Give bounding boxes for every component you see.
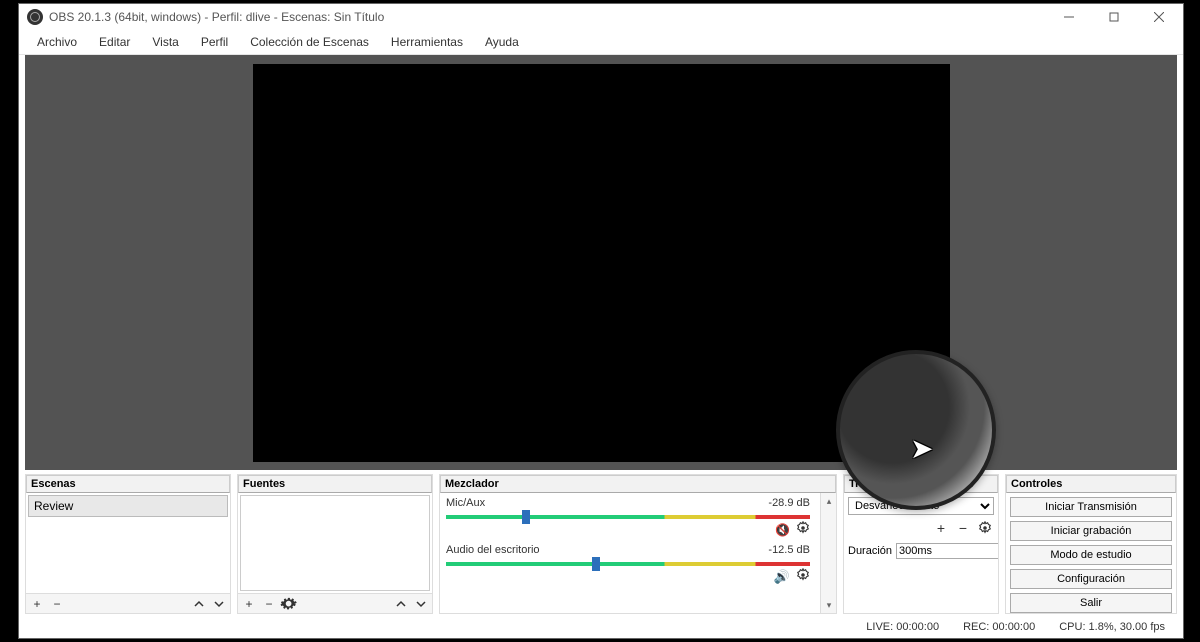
mixer-body: Mic/Aux -28.9 dB 🔇 Audio del escritorio … [440, 493, 836, 613]
sources-panel: Fuentes + − [237, 474, 433, 614]
mixer-panel: Mezclador Mic/Aux -28.9 dB 🔇 Audio del e… [439, 474, 837, 614]
status-cpu: CPU: 1.8%, 30.00 fps [1059, 621, 1165, 633]
transition-select[interactable]: Desvanecimiento [848, 497, 994, 515]
exit-button[interactable]: Salir [1010, 593, 1172, 613]
status-rec: REC: 00:00:00 [963, 621, 1035, 633]
transitions-body: Desvanecimiento + − Duración ▲ ▼ [844, 493, 998, 613]
mixer-channel-name: Audio del escritorio [446, 544, 540, 556]
sources-list[interactable] [238, 493, 432, 593]
remove-transition-button[interactable]: − [954, 519, 972, 537]
close-button[interactable] [1136, 4, 1181, 30]
mixer-channel-level: -28.9 dB [768, 497, 810, 509]
source-up-button[interactable] [392, 595, 410, 613]
statusbar: LIVE: 00:00:00 REC: 00:00:00 CPU: 1.8%, … [25, 616, 1177, 638]
studio-mode-button[interactable]: Modo de estudio [1010, 545, 1172, 565]
duration-input[interactable] [896, 543, 998, 559]
menu-ayuda[interactable]: Ayuda [475, 33, 529, 51]
speaker-icon[interactable]: 🔊 [774, 569, 790, 585]
titlebar[interactable]: OBS 20.1.3 (64bit, windows) - Perfil: dl… [19, 4, 1183, 30]
preview-canvas[interactable] [253, 64, 950, 462]
window-controls [1046, 4, 1181, 30]
scene-item[interactable]: Review [28, 495, 228, 517]
sources-header: Fuentes [238, 475, 432, 493]
bottom-panels: Escenas Review + − Fuentes + − [19, 474, 1183, 614]
controls-panel: Controles Iniciar Transmisión Iniciar gr… [1005, 474, 1177, 614]
channel-settings-button[interactable] [796, 568, 810, 585]
transitions-panel: Transiciones de escena Desvanecimiento +… [843, 474, 999, 614]
obs-logo-icon [27, 9, 43, 25]
status-live: LIVE: 00:00:00 [866, 621, 939, 633]
menubar: Archivo Editar Vista Perfil Colección de… [19, 30, 1183, 55]
mixer-channel-name: Mic/Aux [446, 497, 485, 509]
channel-settings-button[interactable] [796, 521, 810, 538]
mixer-channel-row: Mic/Aux -28.9 dB [446, 497, 810, 509]
add-scene-button[interactable]: + [28, 595, 46, 613]
mute-icon[interactable]: 🔇 [775, 523, 790, 537]
transitions-header: Transiciones de escena [844, 475, 998, 493]
mixer-channel-level: -12.5 dB [768, 544, 810, 556]
volume-handle[interactable] [592, 557, 600, 571]
scroll-up-icon[interactable]: ▴ [821, 493, 836, 509]
menu-vista[interactable]: Vista [142, 33, 188, 51]
menu-perfil[interactable]: Perfil [191, 33, 238, 51]
sources-toolbar: + − [238, 593, 432, 613]
add-source-button[interactable]: + [240, 595, 258, 613]
app-window: OBS 20.1.3 (64bit, windows) - Perfil: dl… [18, 3, 1184, 639]
scroll-down-icon[interactable]: ▾ [821, 597, 836, 613]
scenes-header: Escenas [26, 475, 230, 493]
menu-editar[interactable]: Editar [89, 33, 140, 51]
window-title: OBS 20.1.3 (64bit, windows) - Perfil: dl… [49, 10, 1046, 24]
remove-source-button[interactable]: − [260, 595, 278, 613]
mixer-header: Mezclador [440, 475, 836, 493]
scene-down-button[interactable] [210, 595, 228, 613]
source-down-button[interactable] [412, 595, 430, 613]
controls-body: Iniciar Transmisión Iniciar grabación Mo… [1006, 493, 1176, 613]
menu-herramientas[interactable]: Herramientas [381, 33, 473, 51]
controls-header: Controles [1006, 475, 1176, 493]
volume-slider-desktop[interactable] [446, 562, 810, 566]
mixer-channel-row: Audio del escritorio -12.5 dB [446, 544, 810, 556]
duration-label: Duración [848, 545, 892, 557]
menu-coleccion[interactable]: Colección de Escenas [240, 33, 379, 51]
menu-archivo[interactable]: Archivo [27, 33, 87, 51]
source-settings-button[interactable] [280, 595, 298, 613]
scenes-list[interactable]: Review [26, 493, 230, 593]
scenes-toolbar: + − [26, 593, 230, 613]
volume-slider-mic[interactable] [446, 515, 810, 519]
remove-scene-button[interactable]: − [48, 595, 66, 613]
maximize-button[interactable] [1091, 4, 1136, 30]
minimize-button[interactable] [1046, 4, 1091, 30]
volume-handle[interactable] [522, 510, 530, 524]
settings-button[interactable]: Configuración [1010, 569, 1172, 589]
start-record-button[interactable]: Iniciar grabación [1010, 521, 1172, 541]
scenes-panel: Escenas Review + − [25, 474, 231, 614]
scene-up-button[interactable] [190, 595, 208, 613]
transition-settings-button[interactable] [976, 519, 994, 537]
preview-area[interactable] [25, 55, 1177, 470]
mixer-scrollbar[interactable]: ▴ ▾ [820, 493, 836, 613]
add-transition-button[interactable]: + [932, 519, 950, 537]
start-stream-button[interactable]: Iniciar Transmisión [1010, 497, 1172, 517]
